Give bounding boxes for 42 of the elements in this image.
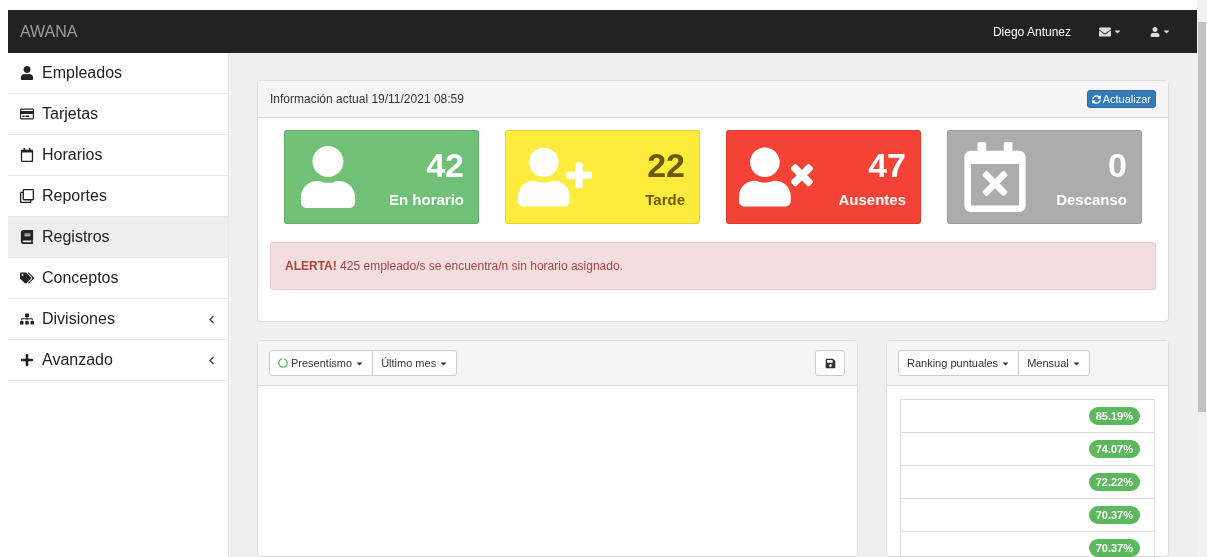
scrollbar[interactable]	[1197, 0, 1207, 557]
stat-count: 0	[1108, 146, 1127, 185]
mail-dropdown[interactable]	[1099, 25, 1122, 38]
dropdown-button[interactable]: Ranking puntuales	[898, 350, 1020, 376]
user-icon	[20, 66, 34, 80]
user-icon	[1150, 26, 1160, 37]
sidebar-item[interactable]: Registros	[8, 217, 228, 258]
dropdown-button[interactable]: Último mes	[372, 350, 458, 376]
stat-count: 47	[868, 146, 906, 185]
tags-icon	[20, 271, 34, 285]
user-dropdown[interactable]	[1150, 26, 1171, 37]
dropdown-button[interactable]: Presentismo	[269, 350, 374, 376]
mail-icon	[1099, 25, 1111, 38]
caret-icon	[1162, 27, 1171, 36]
panel-title: Información actual 19/11/2021 08:59	[270, 92, 464, 106]
percentage-badge: 74.07%	[1088, 440, 1140, 458]
stat-label: En horario	[389, 191, 464, 208]
stat-label: Tarde	[645, 191, 685, 208]
stat-count: 42	[426, 146, 464, 185]
save-icon	[824, 357, 836, 369]
percentage-badge: 85.19%	[1088, 407, 1140, 425]
stat-label: Ausentes	[838, 191, 906, 208]
percentage-badge: 70.37%	[1088, 506, 1140, 524]
spinner-icon	[278, 358, 288, 368]
sitemap-icon	[20, 312, 34, 326]
plus-icon	[20, 353, 34, 367]
calendar-icon	[20, 148, 34, 162]
percentage-badge: 70.37%	[1088, 539, 1140, 557]
save-button[interactable]	[815, 350, 845, 376]
caret-icon	[1113, 27, 1122, 36]
book-icon	[20, 230, 34, 244]
user-name[interactable]: Diego Antunez	[992, 24, 1071, 39]
refresh-button[interactable]: Actualizar	[1086, 90, 1156, 108]
copy-icon	[20, 189, 34, 203]
percentage-badge: 72.22%	[1088, 473, 1140, 491]
card-icon	[20, 107, 34, 121]
brand-name[interactable]: AWANA	[20, 22, 78, 41]
stat-label: Descanso	[1056, 191, 1127, 208]
stat-count: 22	[647, 146, 685, 185]
refresh-icon	[1091, 94, 1101, 104]
dropdown-button[interactable]: Mensual	[1018, 350, 1090, 376]
alert-message: ALERTA! 425 empleado/s se encuentra/n sin horario asignado.	[270, 242, 1156, 290]
